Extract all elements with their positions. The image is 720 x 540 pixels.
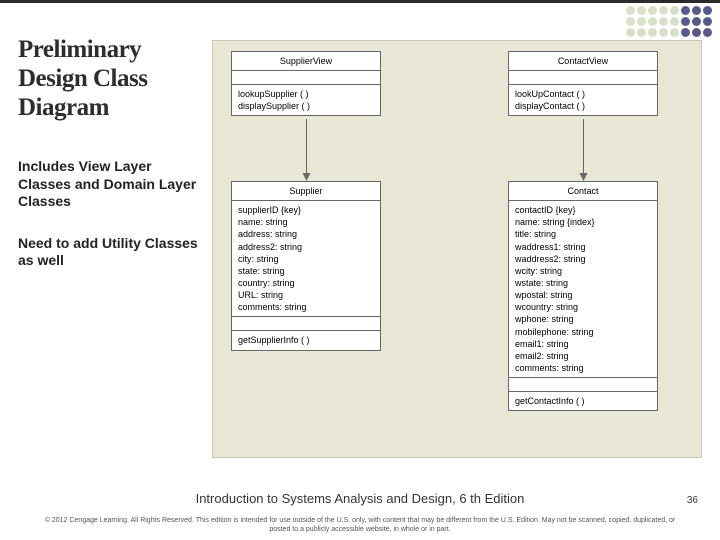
class-attributes: supplierID {key} name: string address: s… <box>232 201 380 317</box>
subtitle-2: Need to add Utility Classes as well <box>18 235 206 270</box>
decorative-dots-grid <box>626 6 712 37</box>
footer-title: Introduction to Systems Analysis and Des… <box>0 491 720 506</box>
class-name: SupplierView <box>232 52 380 71</box>
class-methods: lookupSupplier ( ) displaySupplier ( ) <box>232 85 380 115</box>
slide-title: Preliminary Design Class Diagram <box>18 36 206 122</box>
slide: Preliminary Design Class Diagram Include… <box>0 0 720 540</box>
class-name: Contact <box>509 182 657 201</box>
top-border <box>0 0 720 3</box>
class-methods: getSupplierInfo ( ) <box>232 331 380 349</box>
class-section-empty <box>232 317 380 331</box>
dependency-arrow-contact <box>583 119 584 173</box>
class-name: ContactView <box>509 52 657 71</box>
text-column: Preliminary Design Class Diagram Include… <box>18 36 206 270</box>
subtitle-1: Includes View Layer Classes and Domain L… <box>18 158 206 211</box>
page-number: 36 <box>687 495 698 506</box>
class-supplier: Supplier supplierID {key} name: string a… <box>231 181 381 351</box>
class-section-empty <box>509 378 657 392</box>
class-methods: getContactInfo ( ) <box>509 392 657 410</box>
arrow-head-icon <box>580 173 588 181</box>
copyright-text: © 2012 Cengage Learning. All Rights Rese… <box>40 517 680 534</box>
class-contact: Contact contactID {key} name: string {in… <box>508 181 658 411</box>
class-contact-view: ContactView lookUpContact ( ) displayCon… <box>508 51 658 116</box>
class-attributes-empty <box>232 71 380 85</box>
class-attributes: contactID {key} name: string {index} tit… <box>509 201 657 378</box>
class-supplier-view: SupplierView lookupSupplier ( ) displayS… <box>231 51 381 116</box>
dependency-arrow-supplier <box>306 119 307 173</box>
class-methods: lookUpContact ( ) displayContact ( ) <box>509 85 657 115</box>
class-name: Supplier <box>232 182 380 201</box>
arrow-head-icon <box>303 173 311 181</box>
uml-diagram-area: SupplierView lookupSupplier ( ) displayS… <box>212 40 702 458</box>
class-attributes-empty <box>509 71 657 85</box>
